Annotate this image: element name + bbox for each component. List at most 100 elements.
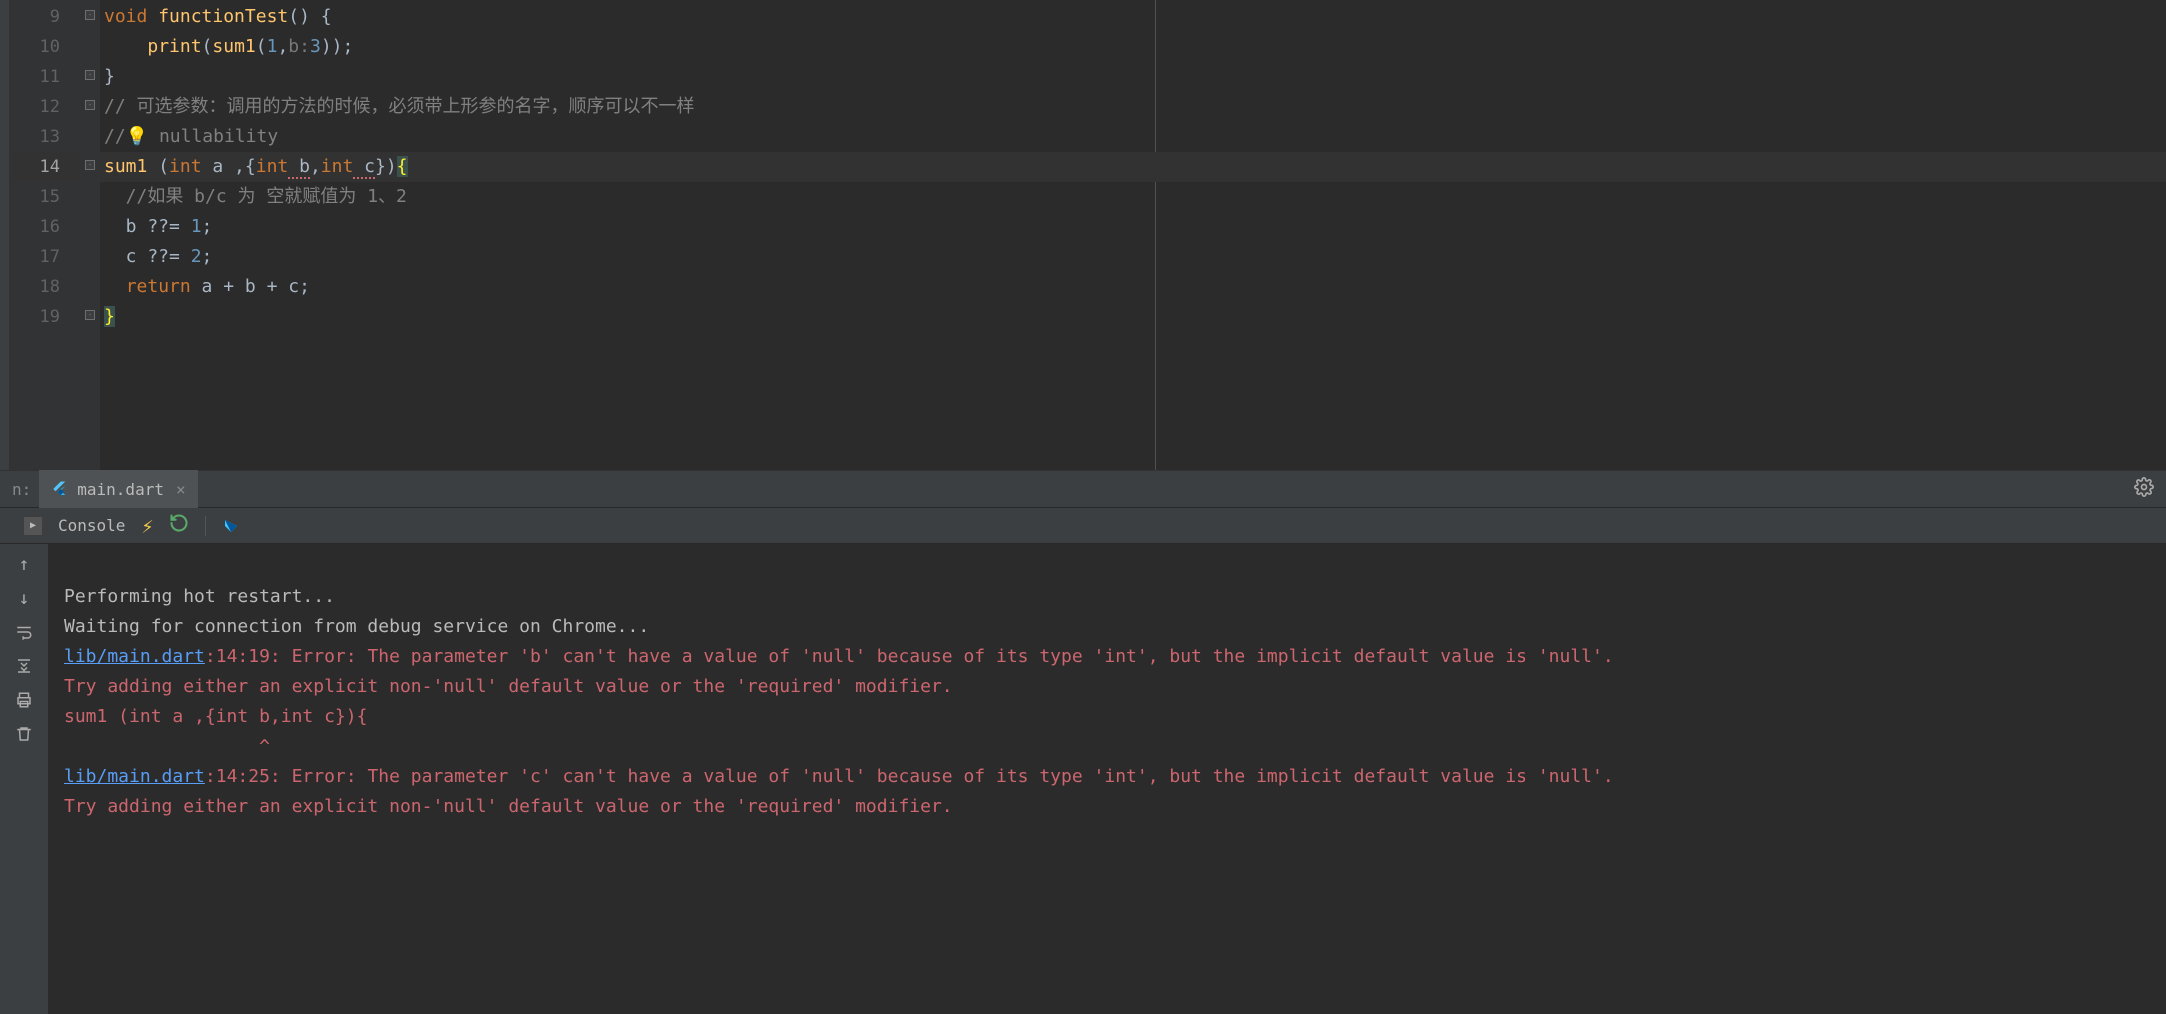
brace-match: } xyxy=(104,306,115,327)
code-line[interactable]: } xyxy=(100,302,2166,332)
code-text: , xyxy=(277,36,288,57)
console-error-line: lib/main.dart:14:25: Error: The paramete… xyxy=(64,766,1614,787)
number: 1 xyxy=(267,36,278,57)
code-line[interactable]: //如果 b/c 为 空就赋值为 1、2 xyxy=(100,182,2166,212)
soft-wrap-icon[interactable] xyxy=(14,622,34,642)
code-text: )); xyxy=(321,36,354,57)
devtools-icon[interactable] xyxy=(222,517,240,535)
comment: // 可选参数：调用的方法的时候，必须带上形参的名字，顺序可以不一样 xyxy=(104,96,695,117)
error-token: b xyxy=(288,156,310,179)
console-toolbar: Console ⚡ xyxy=(0,508,2166,544)
comment: // xyxy=(104,126,126,147)
code-line[interactable]: void functionTest() { xyxy=(100,2,2166,32)
function-name: sum1 xyxy=(104,156,158,177)
console-error-line: Try adding either an explicit non-'null'… xyxy=(64,676,953,697)
line-number[interactable]: 14 xyxy=(10,152,80,182)
code-text: ( xyxy=(158,156,169,177)
file-link[interactable]: lib/main.dart xyxy=(64,646,205,667)
line-number[interactable]: 9 xyxy=(10,2,80,32)
code-text: } xyxy=(104,66,115,87)
function-call: sum1 xyxy=(212,36,255,57)
comment: //如果 b/c 为 空就赋值为 1、2 xyxy=(104,186,407,207)
line-number[interactable]: 15 xyxy=(10,182,80,212)
code-line[interactable]: } xyxy=(100,62,2166,92)
code-text: ; xyxy=(202,216,213,237)
editor-pane: 9 10 11 12 13 14 15 16 17 18 19 - - - - … xyxy=(0,0,2166,470)
code-text: , xyxy=(310,156,321,177)
keyword: return xyxy=(126,276,191,297)
console-error-line: Try adding either an explicit non-'null'… xyxy=(64,796,953,817)
flutter-icon xyxy=(51,480,69,498)
console-line: Performing hot restart... xyxy=(64,586,335,607)
code-text: ; xyxy=(202,246,213,267)
line-number-gutter[interactable]: 9 10 11 12 13 14 15 16 17 18 19 xyxy=(10,0,80,470)
arrow-up-icon[interactable]: ↑ xyxy=(14,554,34,574)
right-margin-guide xyxy=(1155,0,1156,470)
line-number[interactable]: 10 xyxy=(10,32,80,62)
code-text: a + b + c; xyxy=(191,276,310,297)
console-line: Waiting for connection from debug servic… xyxy=(64,616,649,637)
code-text xyxy=(104,276,126,297)
line-number[interactable]: 16 xyxy=(10,212,80,242)
console-output[interactable]: Performing hot restart... Waiting for co… xyxy=(48,544,2166,1014)
toolbar-divider xyxy=(205,516,206,536)
function-call: print xyxy=(147,36,201,57)
code-line[interactable]: sum1 (int a ,{int b,int c}){ xyxy=(100,152,2166,182)
fold-column[interactable]: - - - - - xyxy=(80,0,100,470)
gear-icon[interactable] xyxy=(2134,477,2154,502)
console-run-icon[interactable] xyxy=(24,517,42,535)
fold-marker-icon[interactable]: - xyxy=(85,70,95,80)
number: 3 xyxy=(310,36,321,57)
number: 2 xyxy=(191,246,202,267)
error-token: c xyxy=(353,156,375,179)
code-text: () { xyxy=(288,6,331,27)
console-error-caret: ^ xyxy=(64,736,270,757)
parameter-hint: b: xyxy=(288,36,310,57)
code-line[interactable]: // 可选参数：调用的方法的时候，必须带上形参的名字，顺序可以不一样 xyxy=(100,92,2166,122)
line-number[interactable]: 19 xyxy=(10,302,80,332)
close-icon[interactable]: × xyxy=(176,480,186,499)
code-editor[interactable]: void functionTest() { print(sum1(1,b:3))… xyxy=(100,0,2166,470)
trash-icon[interactable] xyxy=(14,724,34,744)
comment: nullability xyxy=(148,126,278,147)
code-line[interactable]: print(sum1(1,b:3)); xyxy=(100,32,2166,62)
file-link[interactable]: lib/main.dart xyxy=(64,766,205,787)
line-number[interactable]: 18 xyxy=(10,272,80,302)
console-tab-label[interactable]: Console xyxy=(58,516,125,535)
bulb-icon[interactable]: 💡 xyxy=(126,126,148,147)
run-panel-label: n: xyxy=(4,480,39,499)
code-line[interactable]: b ??= 1; xyxy=(100,212,2166,242)
console-error-line: sum1 (int a ,{int b,int c}){ xyxy=(64,706,367,727)
fold-marker-icon[interactable]: - xyxy=(85,100,95,110)
line-number[interactable]: 12 xyxy=(10,92,80,122)
scroll-to-end-icon[interactable] xyxy=(14,656,34,676)
editor-left-strip xyxy=(0,0,10,470)
print-icon[interactable] xyxy=(14,690,34,710)
function-name: functionTest xyxy=(147,6,288,27)
code-text: ( xyxy=(202,36,213,57)
line-number[interactable]: 17 xyxy=(10,242,80,272)
arrow-down-icon[interactable]: ↓ xyxy=(14,588,34,608)
code-text xyxy=(104,36,147,57)
line-number[interactable]: 13 xyxy=(10,122,80,152)
type: int xyxy=(256,156,289,177)
line-number[interactable]: 11 xyxy=(10,62,80,92)
code-text: }) xyxy=(375,156,397,177)
run-tab-bar: n: main.dart × xyxy=(0,470,2166,508)
fold-marker-icon[interactable]: - xyxy=(85,310,95,320)
fold-marker-icon[interactable]: - xyxy=(85,160,95,170)
run-tab[interactable]: main.dart × xyxy=(39,470,197,508)
console-panel: ↑ ↓ Performing hot restart... Waiting fo… xyxy=(0,544,2166,1014)
hot-restart-icon[interactable] xyxy=(169,513,189,538)
fold-marker-icon[interactable]: - xyxy=(85,10,95,20)
type: int xyxy=(169,156,202,177)
code-line[interactable]: return a + b + c; xyxy=(100,272,2166,302)
code-line[interactable]: c ??= 2; xyxy=(100,242,2166,272)
brace-match: { xyxy=(397,156,408,177)
code-text: c ??= xyxy=(104,246,191,267)
type: int xyxy=(321,156,354,177)
console-side-toolbar: ↑ ↓ xyxy=(0,544,48,1014)
code-text: ( xyxy=(256,36,267,57)
code-line[interactable]: //💡 nullability xyxy=(100,122,2166,152)
hot-reload-icon[interactable]: ⚡ xyxy=(141,514,153,538)
